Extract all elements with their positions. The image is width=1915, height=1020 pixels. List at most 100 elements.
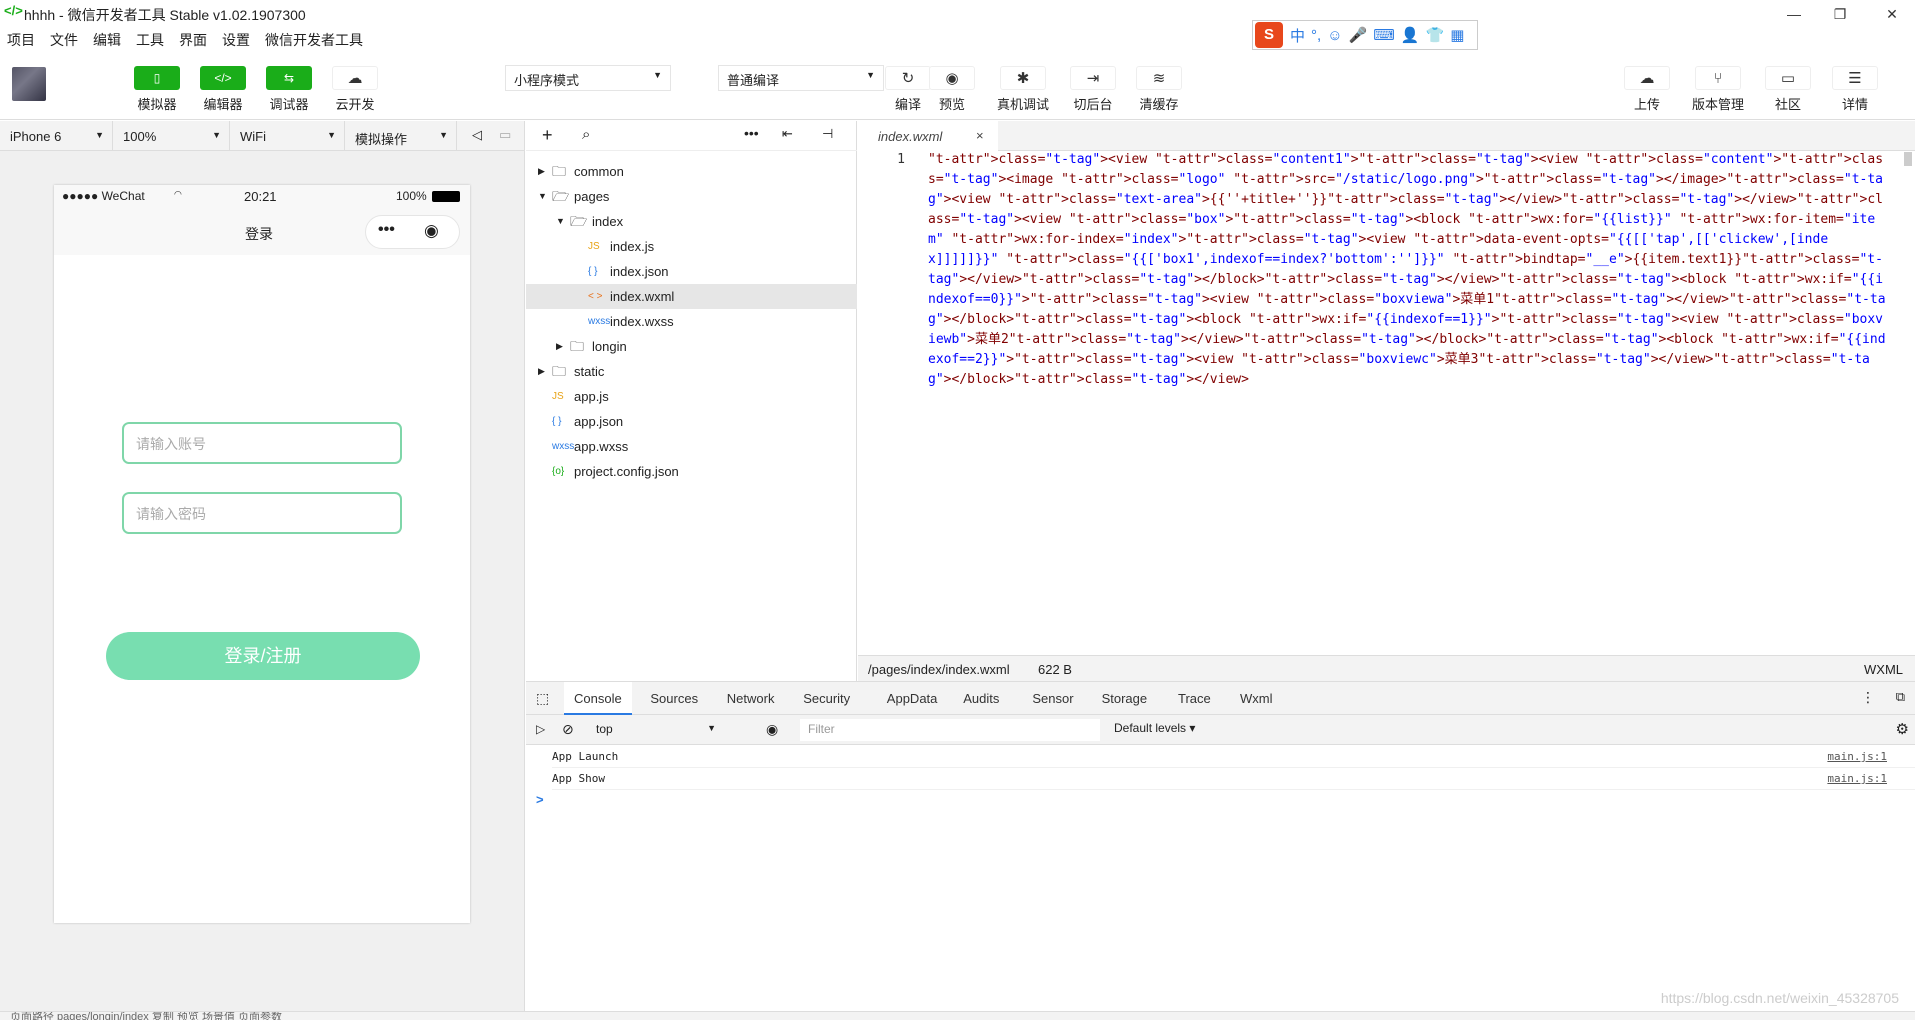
hide-panel-icon[interactable]: ⊣	[822, 126, 833, 142]
gear-icon[interactable]: ⚙	[1896, 720, 1909, 738]
menu-tools[interactable]: 工具	[136, 26, 164, 50]
version-button[interactable]: ⑂ 版本管理	[1683, 66, 1753, 113]
login-register-button[interactable]: 登录/注册	[106, 632, 420, 680]
menu-edit[interactable]: 编辑	[93, 26, 121, 50]
ime-chinese-toggle[interactable]: 中	[1290, 25, 1305, 46]
tab-console[interactable]: Console	[564, 682, 632, 715]
search-icon[interactable]: ⌕	[582, 126, 590, 143]
network-select[interactable]: WiFi ▼	[230, 121, 345, 151]
file-item-app-wxss[interactable]: wxss app.wxss	[526, 434, 857, 459]
ime-voice-icon[interactable]: 🎤	[1349, 26, 1368, 44]
more-icon[interactable]: •••	[744, 125, 759, 141]
menu-settings[interactable]: 设置	[222, 26, 250, 50]
tab-wxml[interactable]: Wxml	[1230, 682, 1283, 715]
ime-emoji-icon[interactable]: ☺	[1327, 27, 1342, 44]
editor-button[interactable]: </> 编辑器	[188, 66, 258, 113]
nav-title: 登录	[245, 226, 273, 242]
more-vertical-icon[interactable]: ⋮	[1861, 689, 1875, 706]
more-icon[interactable]: •••	[378, 221, 395, 239]
file-item-index-wxml[interactable]: < > index.wxml	[526, 284, 857, 309]
chevron-right-icon[interactable]: ▶	[538, 359, 545, 384]
js-file-icon: JS	[552, 391, 564, 402]
file-item-common[interactable]: ▶ 🗀 common	[526, 159, 857, 184]
popout-icon[interactable]: ▭	[499, 127, 511, 143]
log-levels-select[interactable]: Default levels ▾	[1114, 721, 1195, 735]
tab-security[interactable]: Security	[793, 682, 860, 715]
preview-button[interactable]: ◉ 预览	[917, 66, 987, 113]
ime-toolbox-icon[interactable]: ▦	[1450, 26, 1464, 44]
file-item-static[interactable]: ▶ 🗀 static	[526, 359, 857, 384]
tab-sources[interactable]: Sources	[640, 682, 708, 715]
add-icon[interactable]: +	[542, 125, 553, 146]
tab-appdata[interactable]: AppData	[877, 682, 948, 715]
remote-debug-button[interactable]: ✱ 真机调试	[988, 66, 1058, 113]
chevron-down-icon[interactable]: ▼	[538, 184, 547, 209]
file-item-index[interactable]: ▼ 🗁 index	[526, 209, 857, 234]
close-target-icon[interactable]: ◉	[424, 221, 439, 241]
context-select[interactable]: top ▼	[592, 719, 722, 741]
menu-project[interactable]: 项目	[7, 26, 35, 50]
background-button[interactable]: ⇥ 切后台	[1058, 66, 1128, 113]
phone-screen: ●●●●● WeChat ◠ 20:21 100% 登录 ••• ◉ 请输入账号…	[54, 185, 470, 923]
close-icon[interactable]: ×	[976, 128, 984, 143]
clear-console-icon[interactable]: ⊘	[562, 721, 574, 738]
console-prompt[interactable]: >	[536, 792, 544, 807]
chevron-down-icon[interactable]: ▼	[556, 209, 565, 234]
close-button[interactable]: ✕	[1872, 2, 1912, 26]
ime-user-icon[interactable]: 👤	[1401, 26, 1420, 44]
community-button[interactable]: ▭ 社区	[1753, 66, 1823, 113]
sim-operation-select[interactable]: 模拟操作 ▼	[345, 121, 457, 151]
chevron-right-icon[interactable]: ▶	[556, 334, 563, 359]
ime-keyboard-icon[interactable]: ⌨	[1373, 26, 1395, 44]
sogou-logo-icon[interactable]: S	[1255, 22, 1283, 48]
tab-trace[interactable]: Trace	[1168, 682, 1221, 715]
zoom-select[interactable]: 100% ▼	[113, 121, 230, 151]
tab-storage[interactable]: Storage	[1092, 682, 1158, 715]
device-select[interactable]: iPhone 6 ▼	[0, 121, 113, 151]
ime-punctuation-icon[interactable]: °,	[1311, 27, 1321, 44]
mode-select[interactable]: 小程序模式 ▼	[505, 65, 671, 91]
account-input[interactable]: 请输入账号	[122, 422, 402, 464]
menu-view[interactable]: 界面	[179, 26, 207, 50]
file-item-index-js[interactable]: JS index.js	[526, 234, 857, 259]
tab-audits[interactable]: Audits	[953, 682, 1009, 715]
tab-network[interactable]: Network	[717, 682, 785, 715]
menu-file[interactable]: 文件	[50, 26, 78, 50]
debugger-button[interactable]: ⇆ 调试器	[254, 66, 324, 113]
code-content[interactable]: "t-attr">class="t-tag"><view "t-attr">cl…	[928, 150, 1888, 390]
console-filter-input[interactable]: Filter	[800, 719, 1100, 741]
password-input[interactable]: 请输入密码	[122, 492, 402, 534]
tab-index-wxml[interactable]: index.wxml ×	[858, 121, 998, 151]
cloud-dev-button[interactable]: ☁ 云开发	[320, 66, 390, 113]
file-item-longin[interactable]: ▶ 🗀 longin	[526, 334, 857, 359]
details-button[interactable]: ☰ 详情	[1820, 66, 1890, 113]
compile-select[interactable]: 普通编译 ▼	[718, 65, 884, 91]
chevron-right-icon[interactable]: ▶	[538, 159, 545, 184]
inspect-icon[interactable]: ⬚	[536, 690, 549, 707]
eye-icon[interactable]: ◉	[766, 721, 778, 738]
file-item-index-json[interactable]: { } index.json	[526, 259, 857, 284]
sidebar-toggle-icon[interactable]: ▷	[536, 722, 545, 736]
clear-cache-button[interactable]: ≋ 清缓存	[1124, 66, 1194, 113]
file-item-project-config-json[interactable]: {o} project.config.json	[526, 459, 857, 484]
file-language[interactable]: WXML	[1864, 662, 1903, 677]
upload-button[interactable]: ☁ 上传	[1612, 66, 1682, 113]
file-item-pages[interactable]: ▼ 🗁 pages	[526, 184, 857, 209]
chevron-down-icon: ▼	[707, 723, 716, 733]
file-item-index-wxss[interactable]: wxss index.wxss	[526, 309, 857, 334]
dock-icon[interactable]: ⧉	[1896, 689, 1905, 705]
log-source-link[interactable]: main.js:1	[1827, 768, 1887, 790]
file-item-app-js[interactable]: JS app.js	[526, 384, 857, 409]
simulator-button[interactable]: ▯ 模拟器	[122, 66, 192, 113]
ime-skin-icon[interactable]: 👕	[1426, 26, 1445, 44]
minimize-button[interactable]: —	[1774, 2, 1814, 26]
editor-scrollbar[interactable]	[1904, 152, 1912, 166]
maximize-button[interactable]: ❐	[1820, 2, 1860, 26]
log-source-link[interactable]: main.js:1	[1827, 746, 1887, 768]
file-item-app-json[interactable]: { } app.json	[526, 409, 857, 434]
tab-sensor[interactable]: Sensor	[1022, 682, 1083, 715]
volume-icon[interactable]: ◁	[472, 127, 482, 143]
menu-wechat-devtools[interactable]: 微信开发者工具	[265, 26, 363, 50]
collapse-icon[interactable]: ⇤	[782, 126, 793, 142]
avatar[interactable]	[12, 67, 46, 101]
